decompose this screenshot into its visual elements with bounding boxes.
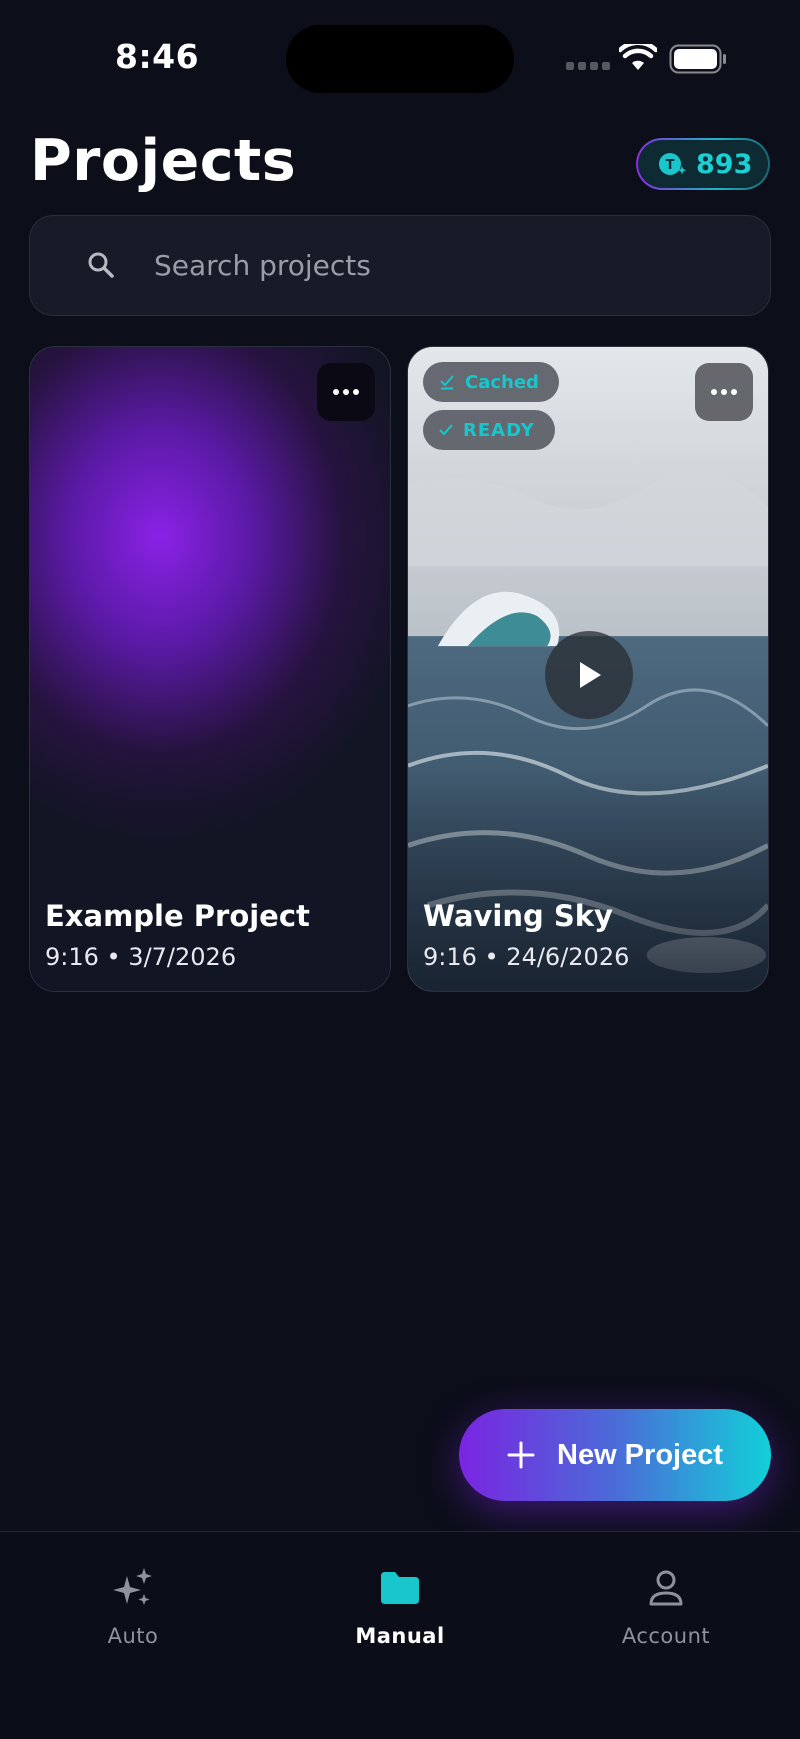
ready-badge: READY xyxy=(423,410,555,450)
dynamic-island xyxy=(286,25,514,93)
token-icon: T xyxy=(659,153,686,175)
ready-label: READY xyxy=(463,419,535,441)
tab-label: Manual xyxy=(355,1624,445,1648)
project-meta: 9:16 • 3/7/2026 xyxy=(45,943,237,971)
folder-icon xyxy=(381,1572,419,1604)
project-card-example[interactable]: Example Project 9:16 • 3/7/2026 xyxy=(29,346,391,992)
svg-text:T: T xyxy=(666,158,675,173)
new-project-button[interactable]: New Project xyxy=(459,1409,771,1501)
new-project-label: New Project xyxy=(557,1438,723,1471)
page-title: Projects xyxy=(30,128,297,194)
plus-icon xyxy=(507,1441,535,1469)
wifi-icon xyxy=(619,44,657,70)
user-icon xyxy=(649,1570,683,1606)
more-options-button[interactable] xyxy=(695,363,753,421)
tab-label: Account xyxy=(621,1624,711,1648)
status-time: 8:46 xyxy=(115,37,200,76)
credits-badge[interactable]: T 893 xyxy=(636,138,770,190)
more-options-button[interactable] xyxy=(317,363,375,421)
battery-icon xyxy=(669,44,726,74)
tab-label: Auto xyxy=(107,1624,159,1648)
project-title: Waving Sky xyxy=(423,899,613,933)
project-card-waving-sky[interactable]: Cached READY Waving Sky 9:16 • 24/6/2026 xyxy=(407,346,769,992)
sparkles-icon xyxy=(113,1568,152,1605)
check-icon xyxy=(440,375,454,390)
tab-manual[interactable]: Manual xyxy=(300,1566,500,1648)
play-icon xyxy=(580,662,601,688)
search-icon xyxy=(88,252,114,278)
cached-badge: Cached xyxy=(423,362,559,402)
search-bar[interactable] xyxy=(29,215,771,316)
bottom-tab-bar: Auto Manual Account xyxy=(0,1531,800,1739)
cached-label: Cached xyxy=(465,371,539,393)
signal-icon xyxy=(566,62,610,70)
credits-value: 893 xyxy=(696,148,753,180)
check-icon xyxy=(439,424,453,436)
tab-account[interactable]: Account xyxy=(566,1566,766,1648)
project-title: Example Project xyxy=(45,899,310,933)
tab-auto[interactable]: Auto xyxy=(33,1566,233,1648)
project-meta: 9:16 • 24/6/2026 xyxy=(423,943,630,971)
play-button[interactable] xyxy=(545,631,633,719)
search-input[interactable] xyxy=(154,216,734,315)
